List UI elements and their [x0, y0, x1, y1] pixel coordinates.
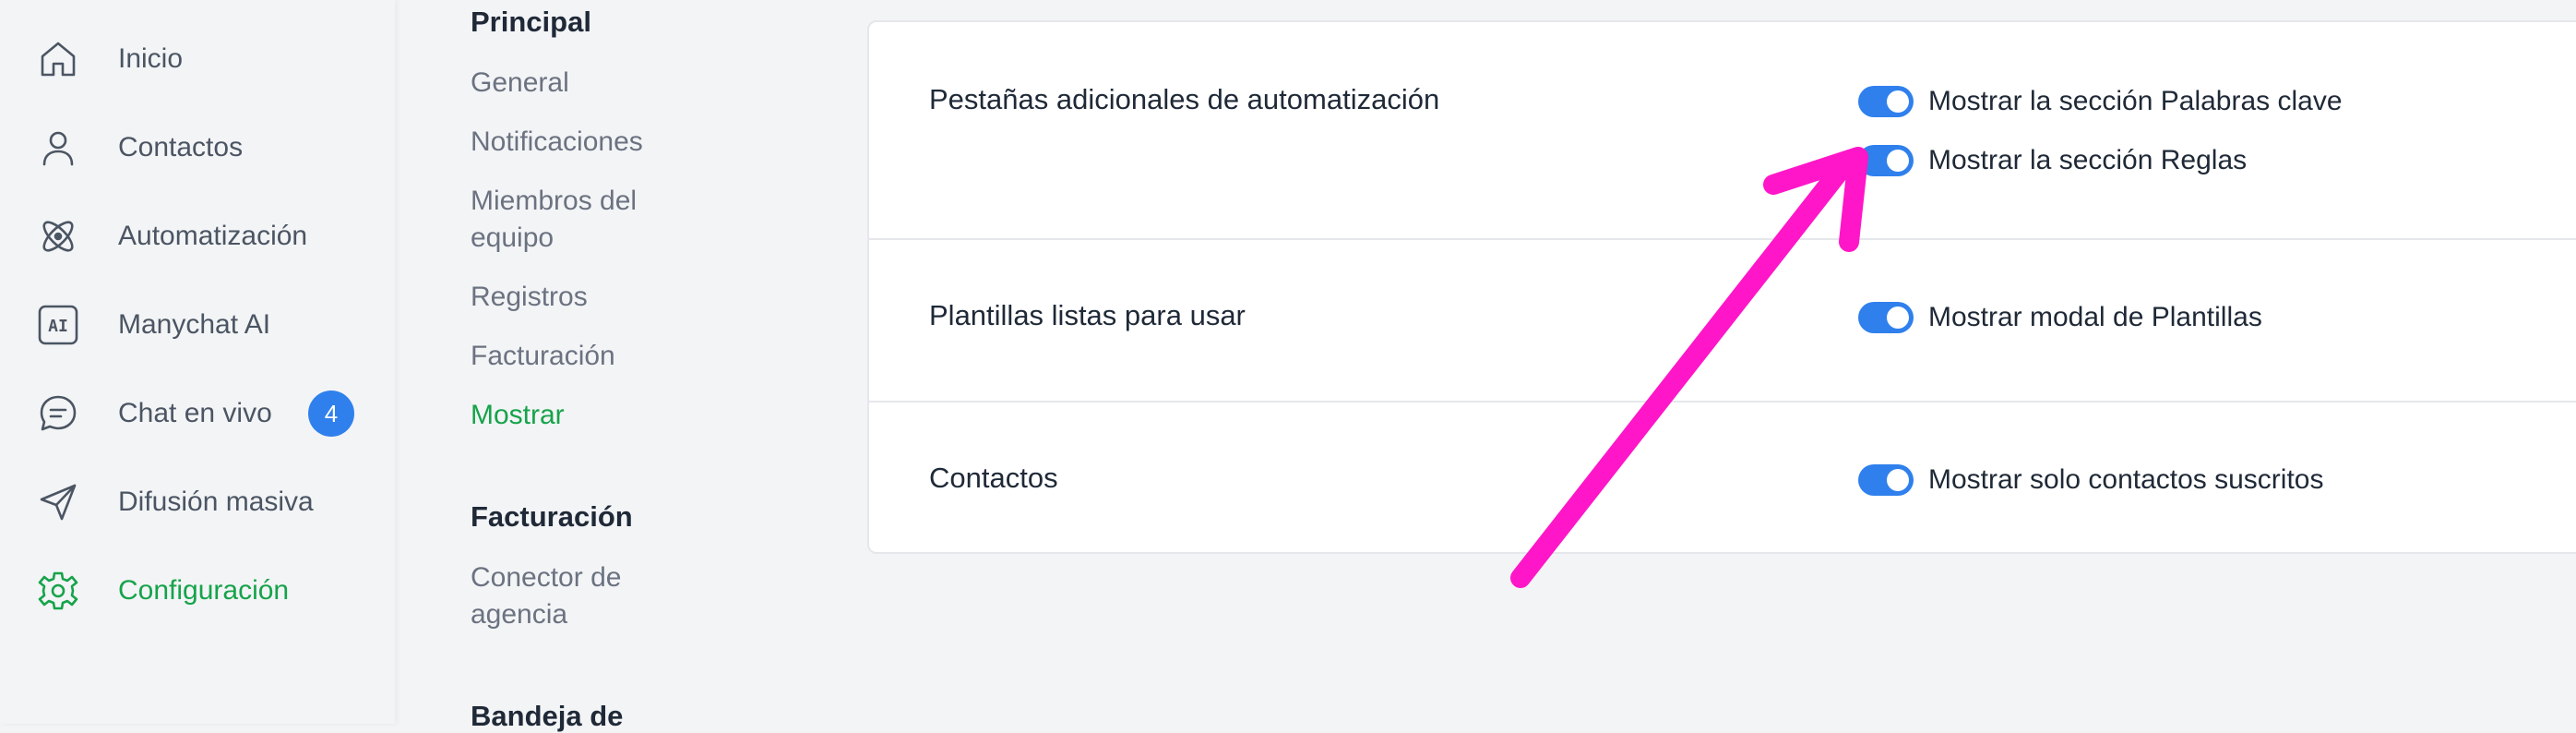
submenu-link-mostrar[interactable]: Mostrar [471, 397, 710, 434]
row-title: Plantillas listas para usar [929, 299, 1246, 331]
nav-label: Inicio [118, 43, 184, 74]
main-sidebar: Inicio Contactos Automatización AI Manyc… [0, 0, 395, 724]
toggle-label: Mostrar la sección Reglas [1928, 145, 2248, 175]
subscribed-contacts-toggle[interactable] [1858, 464, 1914, 496]
nav-item-difusion-masiva[interactable]: Difusión masiva [0, 465, 395, 539]
templates-modal-toggle[interactable] [1858, 302, 1914, 333]
submenu-link-conector-de-agencia[interactable]: Conector de agencia [471, 559, 710, 633]
nav-label: Difusión masiva [118, 487, 314, 517]
automation-icon [37, 215, 79, 258]
keywords-section-toggle[interactable] [1858, 86, 1914, 117]
nav-label: Automatización [118, 221, 308, 251]
toggle-item: Mostrar solo contactos suscritos [1858, 463, 2323, 497]
nav-label: Configuración [118, 575, 290, 606]
unread-count-badge: 4 [308, 391, 354, 437]
submenu-heading-principal: Principal [471, 6, 591, 38]
submenu-link-miembros-del-equipo[interactable]: Miembros del equipo [471, 183, 710, 257]
gear-icon [37, 570, 79, 612]
toggle-item: Mostrar modal de Plantillas [1858, 301, 2262, 334]
submenu-link-notificaciones[interactable]: Notificaciones [471, 124, 710, 161]
settings-row-automation-tabs: Pestañas adicionales de automatización M… [869, 22, 2576, 240]
home-icon [37, 38, 79, 80]
toggle-item: Mostrar la sección Reglas [1858, 144, 2247, 177]
settings-row-templates: Plantillas listas para usar Mostrar moda… [869, 238, 2576, 403]
row-title: Pestañas adicionales de automatización [929, 83, 1440, 115]
settings-row-contacts: Contactos Mostrar solo contactos suscrit… [869, 401, 2576, 552]
nav-item-manychat-ai[interactable]: AI Manychat AI [0, 288, 395, 362]
toggle-label: Mostrar la sección Palabras clave [1928, 86, 2343, 116]
submenu-heading-bandeja: Bandeja de [471, 700, 624, 732]
user-icon [37, 126, 79, 169]
svg-text:AI: AI [48, 317, 68, 336]
submenu-link-general[interactable]: General [471, 65, 710, 102]
chat-icon [37, 392, 79, 435]
rules-section-toggle[interactable] [1858, 145, 1914, 176]
display-settings-card: Pestañas adicionales de automatización M… [867, 20, 2576, 554]
submenu-heading-facturacion: Facturación [471, 500, 633, 533]
row-title: Contactos [929, 462, 1058, 494]
nav-label: Manychat AI [118, 309, 271, 340]
toggle-label: Mostrar solo contactos suscritos [1928, 464, 2324, 495]
toggle-label: Mostrar modal de Plantillas [1928, 302, 2262, 332]
nav-item-contactos[interactable]: Contactos [0, 111, 395, 185]
nav-item-inicio[interactable]: Inicio [0, 22, 395, 96]
toggle-item: Mostrar la sección Palabras clave [1858, 85, 2343, 118]
nav-label: Contactos [118, 132, 244, 162]
nav-item-automatizacion[interactable]: Automatización [0, 199, 395, 273]
nav-label: Chat en vivo [118, 398, 272, 428]
ai-icon: AI [37, 304, 79, 346]
submenu-link-registros[interactable]: Registros [471, 279, 710, 316]
nav-item-chat-en-vivo[interactable]: Chat en vivo 4 [0, 377, 395, 451]
send-icon [37, 481, 79, 523]
submenu-link-facturacion[interactable]: Facturación [471, 338, 710, 375]
nav-item-configuracion[interactable]: Configuración [0, 554, 395, 628]
